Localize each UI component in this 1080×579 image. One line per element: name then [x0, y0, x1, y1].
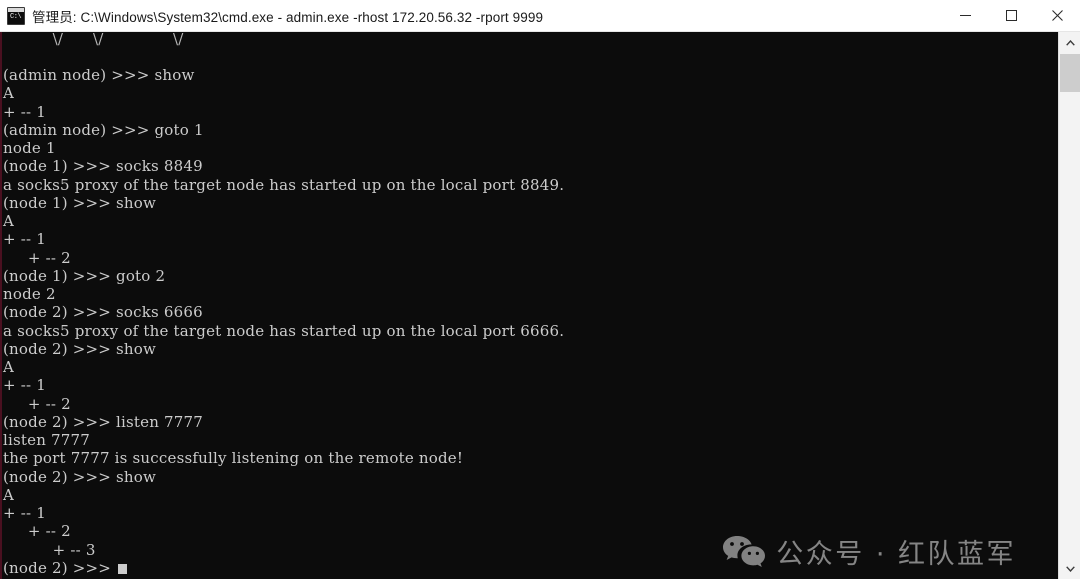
console-line: + -- 2 [3, 394, 71, 413]
maximize-button[interactable] [988, 0, 1034, 32]
console-line: (node 1) >>> socks 8849 [3, 157, 203, 176]
console-line: (node 2) >>> listen 7777 [3, 412, 204, 431]
vertical-scrollbar[interactable] [1058, 32, 1080, 579]
console-line: + -- 1 [3, 102, 46, 121]
console-line: (node 2) >>> socks 6666 [3, 303, 203, 322]
window-left-border [0, 32, 2, 579]
console-line: + -- 2 [3, 522, 71, 541]
console-line: the port 7777 is successfully listening … [3, 449, 464, 468]
scrollbar-down-button[interactable] [1060, 558, 1080, 579]
console-prompt-line[interactable]: (node 2) >>> [3, 559, 564, 577]
window-title: 管理员: C:\Windows\System32\cmd.exe - admin… [32, 9, 544, 25]
maximize-icon [1005, 10, 1017, 21]
console-line: + -- 1 [3, 376, 46, 395]
console-line: a socks5 proxy of the target node has st… [3, 321, 565, 340]
cmd-icon-text: C:\ [10, 12, 22, 21]
console-line: (admin node) >>> goto 1 [3, 120, 204, 139]
console-line: + -- 3 [3, 540, 96, 559]
console-line: a socks5 proxy of the target node has st… [3, 175, 565, 194]
console-line: \/ \/ \/ [3, 32, 184, 48]
console-line: A [3, 84, 15, 103]
console-line: + -- 2 [3, 248, 71, 267]
console-line: + -- 1 [3, 504, 46, 522]
close-button[interactable] [1034, 0, 1080, 32]
minimize-icon [959, 15, 971, 16]
scrollbar-track[interactable] [1060, 92, 1080, 558]
console-line: + -- 1 [3, 230, 46, 249]
console-line: (node 2) >>> show [3, 339, 157, 358]
console-output: \/ \/ \/ (admin node) >>> show A + -- 1 (ad… [2, 32, 564, 577]
cmd-icon[interactable]: C:\ [7, 6, 25, 25]
scrollbar-thumb[interactable] [1060, 54, 1080, 92]
chevron-down-icon [1066, 565, 1075, 572]
console-prompt: (node 2) >>> [3, 558, 117, 577]
console-line: (node 1) >>> show [3, 193, 157, 212]
minimize-button[interactable] [942, 0, 988, 32]
console-line: node 2 [3, 285, 56, 303]
console-line: (node 2) >>> show [3, 467, 157, 486]
console-line: A [3, 485, 15, 504]
close-icon [1051, 10, 1063, 21]
console-line: A [3, 358, 15, 376]
console-line: A [3, 212, 15, 230]
console-line: (node 1) >>> goto 2 [3, 266, 166, 285]
cmd-icon-bar [8, 7, 24, 12]
scrollbar-up-button[interactable] [1060, 32, 1080, 53]
cmd-window: C:\ 管理员: C:\Windows\System32\cmd.exe - a… [0, 0, 1080, 579]
console-line: (admin node) >>> show [3, 66, 195, 84]
block-cursor [118, 563, 128, 574]
title-bar[interactable]: C:\ 管理员: C:\Windows\System32\cmd.exe - a… [0, 0, 1080, 32]
console-screen[interactable]: \/ \/ \/ (admin node) >>> show A + -- 1 (ad… [2, 32, 1058, 579]
console-line: node 1 [3, 139, 56, 157]
console-line: listen 7777 [3, 431, 90, 449]
console-body[interactable]: \/ \/ \/ (admin node) >>> show A + -- 1 (ad… [0, 32, 1080, 579]
chevron-up-icon [1066, 39, 1075, 46]
